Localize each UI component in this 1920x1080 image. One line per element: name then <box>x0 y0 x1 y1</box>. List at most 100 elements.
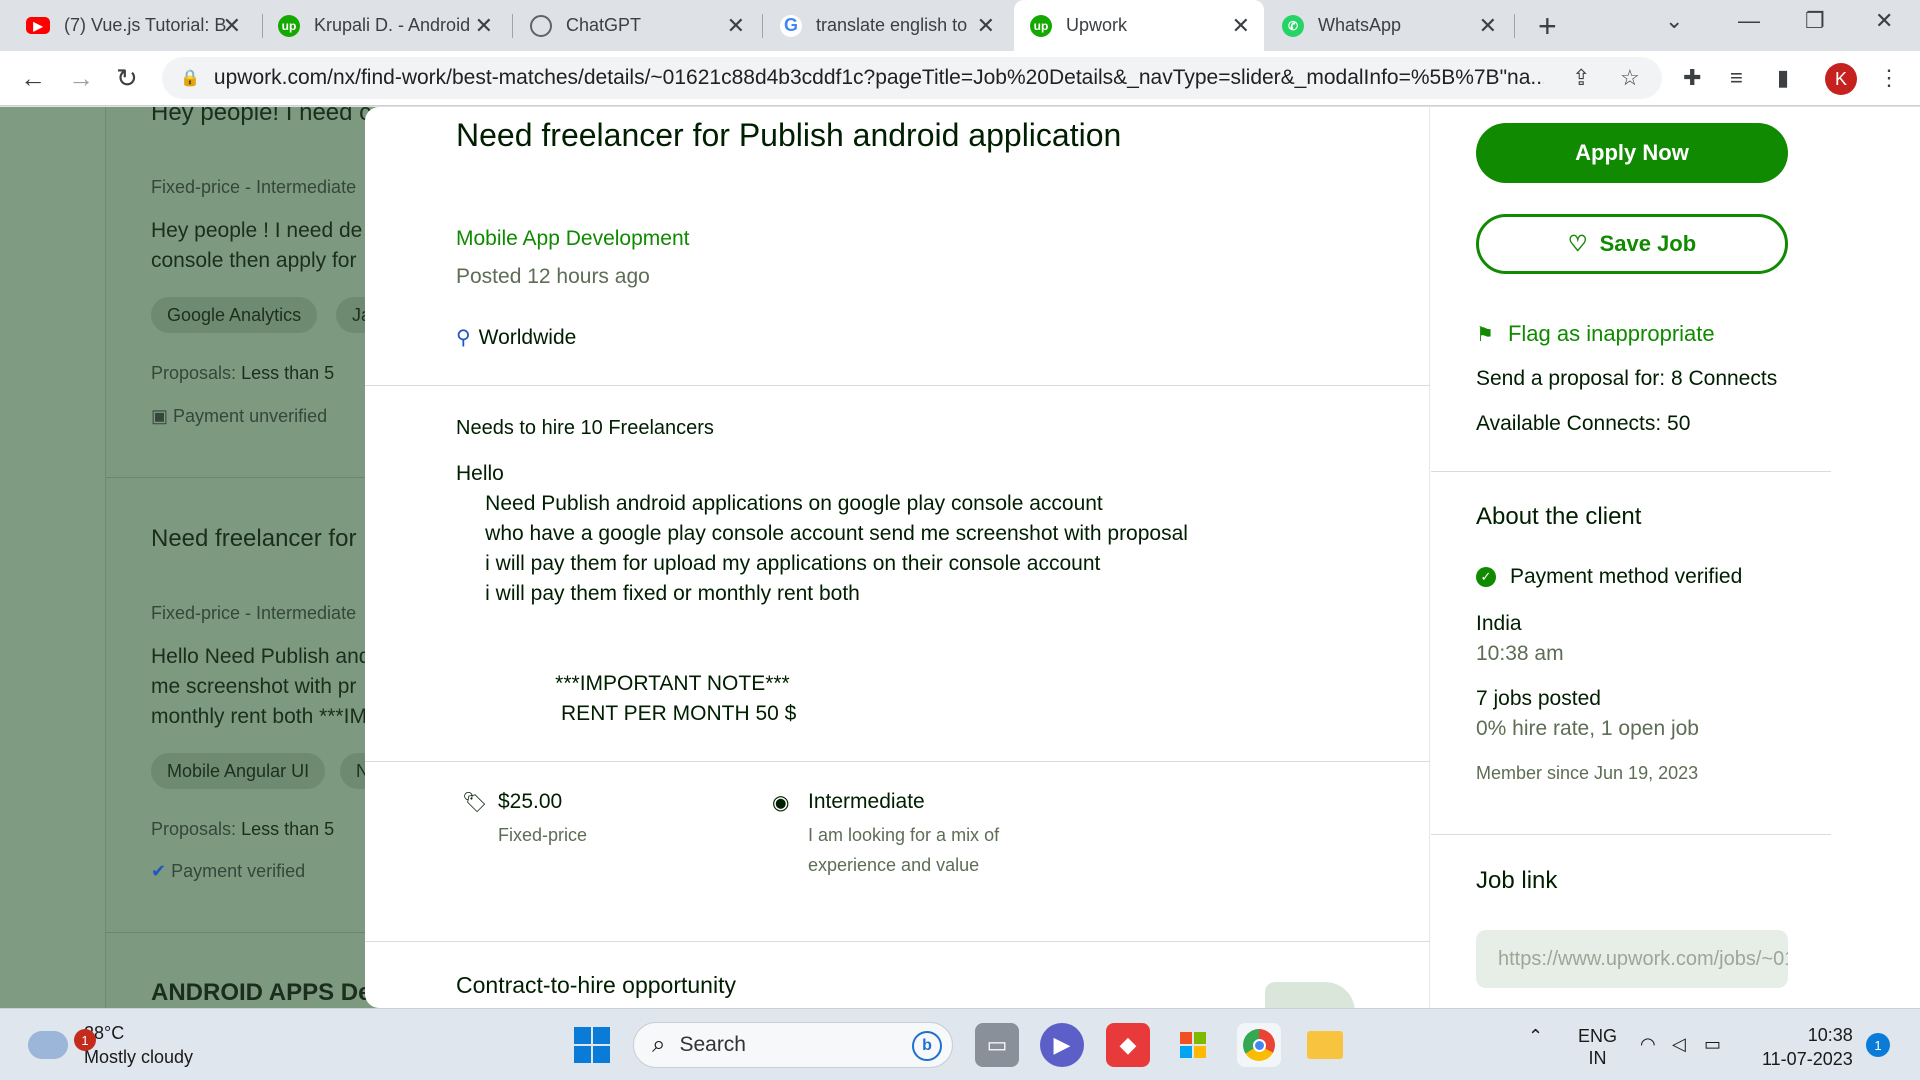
tab-vuejs-tutorial[interactable]: ▶ (7) Vue.js Tutorial: B ✕ <box>10 0 255 51</box>
notification-badge[interactable]: 1 <box>1866 1033 1890 1057</box>
page-content: Hey people! I need c Fixed-price - Inter… <box>0 107 1920 1008</box>
profile-avatar[interactable]: K <box>1825 63 1857 95</box>
section-divider <box>365 761 1430 762</box>
search-icon: ⌕ <box>652 1031 666 1058</box>
close-icon[interactable]: ✕ <box>223 13 241 39</box>
upwork-icon: up <box>278 14 300 37</box>
media-control-icon[interactable]: ≡ <box>1730 65 1743 91</box>
system-clock[interactable]: 10:38 11-07-2023 <box>1762 1023 1853 1071</box>
browser-toolbar: ← → ↻ 🔒 upwork.com/nx/find-work/best-mat… <box>0 51 1920 106</box>
weather-widget[interactable]: 1 28°C Mostly cloudy <box>28 1021 193 1069</box>
start-button[interactable] <box>574 1027 610 1063</box>
address-bar[interactable]: 🔒 upwork.com/nx/find-work/best-matches/d… <box>162 57 1662 99</box>
proposals-label: Proposals: <box>151 819 237 839</box>
job-main-column: Need freelancer for Publish android appl… <box>365 107 1430 1008</box>
section-divider <box>365 385 1430 386</box>
file-explorer-icon[interactable] <box>1303 1023 1347 1067</box>
anydesk-icon[interactable]: ◆ <box>1106 1023 1150 1067</box>
close-icon[interactable]: ✕ <box>727 13 745 39</box>
tab-whatsapp[interactable]: ✆ WhatsApp ✕ <box>1266 0 1511 51</box>
tab-title: WhatsApp <box>1318 15 1402 35</box>
bing-icon[interactable]: b <box>912 1031 942 1061</box>
feed-skill-chip[interactable]: Mobile Angular UI <box>151 753 326 789</box>
back-button[interactable]: ← <box>20 63 46 94</box>
flag-inappropriate-link[interactable]: ⚑ Flag as inappropriate <box>1476 321 1715 347</box>
language-code: ENG <box>1578 1026 1618 1046</box>
more-menu-icon[interactable]: ⋮ <box>1878 65 1900 91</box>
contract-illustration-icon <box>1265 982 1355 1008</box>
restore-button[interactable]: ❐ <box>1805 8 1825 34</box>
feed-job-title[interactable]: Need freelancer for <box>151 525 356 553</box>
reload-button[interactable]: ↻ <box>116 63 138 94</box>
verified-check-icon: ✓ <box>1476 567 1496 587</box>
tab-strip: ▶ (7) Vue.js Tutorial: B ✕ up Krupali D.… <box>0 0 1920 51</box>
client-member-since: Member since Jun 19, 2023 <box>1476 763 1699 783</box>
clock-date: 11-07-2023 <box>1762 1049 1853 1069</box>
section-divider <box>1431 834 1831 835</box>
apply-now-button[interactable]: Apply Now <box>1476 123 1788 183</box>
payment-status: Payment unverified <box>173 406 328 426</box>
language-indicator[interactable]: ENG IN <box>1578 1025 1617 1069</box>
save-job-button[interactable]: ♡ Save Job <box>1476 214 1788 274</box>
close-icon[interactable]: ✕ <box>1232 13 1250 39</box>
tab-krupali-profile[interactable]: up Krupali D. - Android ✕ <box>262 0 507 51</box>
location-pin-icon: ⚲ <box>456 327 471 349</box>
chrome-icon[interactable] <box>1237 1023 1281 1067</box>
close-icon[interactable]: ✕ <box>475 13 493 39</box>
proposal-connects-cost: Send a proposal for: 8 Connects <box>1476 367 1778 390</box>
proposals-value: Less than 5 <box>241 363 335 383</box>
new-tab-button[interactable]: + <box>1538 8 1557 45</box>
tab-search-chevron-icon[interactable]: ⌄ <box>1665 8 1683 34</box>
feed-skill-chip[interactable]: Google Analytics <box>151 297 318 333</box>
weather-badge: 1 <box>74 1029 96 1051</box>
youtube-icon: ▶ <box>26 17 50 34</box>
payment-status: Payment verified <box>171 861 306 881</box>
side-panel-icon[interactable]: ▮ <box>1777 65 1789 91</box>
tab-chatgpt[interactable]: ChatGPT ✕ <box>514 0 759 51</box>
chatgpt-icon <box>530 14 552 37</box>
section-divider <box>1431 471 1831 472</box>
feed-job-title[interactable]: Hey people! I need c <box>151 107 371 127</box>
feed-job-body: monthly rent both ***IM <box>151 705 367 728</box>
experience-description: experience and value <box>808 855 980 875</box>
volume-icon[interactable]: ◁ <box>1672 1033 1686 1055</box>
microsoft-store-icon[interactable] <box>1171 1023 1215 1067</box>
job-category-link[interactable]: Mobile App Development <box>456 227 689 251</box>
feed-divider <box>105 932 405 933</box>
feed-job-title[interactable]: ANDROID APPS De <box>151 979 371 1007</box>
minimize-button[interactable]: — <box>1738 8 1760 34</box>
task-view-icon[interactable]: ▭ <box>975 1023 1019 1067</box>
taskbar-search[interactable]: ⌕ Search b <box>633 1022 953 1068</box>
extensions-icon[interactable]: ✚ <box>1683 65 1701 91</box>
feed-job-body: Hey people ! I need de <box>151 219 363 242</box>
battery-icon[interactable]: ▭ <box>1704 1033 1721 1055</box>
close-window-button[interactable]: ✕ <box>1875 8 1893 34</box>
bookmark-star-icon[interactable]: ☆ <box>1620 65 1640 91</box>
experience-level: Intermediate <box>808 790 925 813</box>
taskbar: 1 28°C Mostly cloudy ⌕ Search b ▭ ▶ ◆ ⌃ … <box>0 1008 1920 1080</box>
budget-type: Fixed-price <box>498 825 588 845</box>
feed-job-meta: Fixed-price - Intermediate <box>151 177 357 197</box>
url-text[interactable]: upwork.com/nx/find-work/best-matches/det… <box>214 66 1544 90</box>
feed-job-body: Hello Need Publish and <box>151 645 371 668</box>
about-client-heading: About the client <box>1476 503 1642 530</box>
tab-title: Krupali D. - Android <box>314 15 471 35</box>
forward-button[interactable]: → <box>68 63 94 94</box>
wifi-icon[interactable]: ◠ <box>1640 1033 1656 1055</box>
tab-upwork[interactable]: up Upwork ✕ <box>1014 0 1264 51</box>
whatsapp-icon: ✆ <box>1282 14 1304 37</box>
verified-badge-icon: ✔ <box>151 861 167 881</box>
close-icon[interactable]: ✕ <box>1479 13 1497 39</box>
budget-amount: $25.00 <box>498 790 563 813</box>
lock-icon[interactable]: 🔒 <box>180 68 200 88</box>
upwork-icon: up <box>1030 14 1052 37</box>
tab-title: (7) Vue.js Tutorial: B <box>64 15 227 35</box>
show-hidden-icons[interactable]: ⌃ <box>1528 1025 1543 1047</box>
tab-google-translate[interactable]: G translate english to ✕ <box>764 0 1009 51</box>
profile-initial: K <box>1834 68 1847 89</box>
teams-chat-icon[interactable]: ▶ <box>1040 1023 1084 1067</box>
close-icon[interactable]: ✕ <box>977 13 995 39</box>
share-icon[interactable]: ⇪ <box>1572 65 1590 91</box>
payment-verified: ✓ Payment method verified <box>1476 565 1742 589</box>
job-link-input[interactable]: https://www.upwork.com/jobs/~01621c88d4b… <box>1476 930 1788 988</box>
